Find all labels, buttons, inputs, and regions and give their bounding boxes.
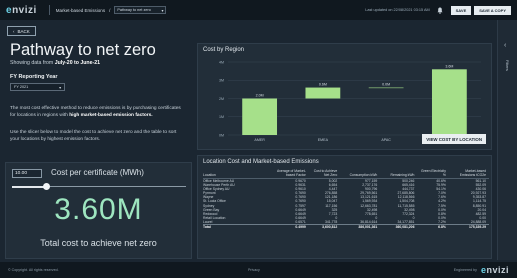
envizi-logo[interactable]: envizi bbox=[6, 5, 37, 16]
column-header[interactable]: Consumption kWh bbox=[340, 169, 381, 179]
cost-slicer-panel: 10.00 Cost per certificate (MWh) 3.60M T… bbox=[5, 162, 192, 259]
column-header[interactable]: Market-based Emissions tCO2e bbox=[448, 169, 489, 179]
total-cost-value: 3.60M bbox=[54, 193, 143, 226]
y-tick-label: 4M bbox=[219, 60, 224, 64]
x-tick-label: AMER bbox=[254, 138, 265, 142]
x-tick-label: EMEA bbox=[318, 138, 329, 142]
breadcrumb[interactable]: Market-based Emissions bbox=[56, 8, 105, 13]
table-cell: 175,339.29 bbox=[448, 224, 489, 230]
desc-bold: high market-based emission factors. bbox=[69, 112, 153, 118]
fy-select[interactable]: FY 2021 ▾ bbox=[10, 83, 65, 91]
table-body: Office Melbourne AU 0.9670 5,002 977,159 500… bbox=[203, 179, 489, 230]
table-cell: 0.4999 bbox=[271, 224, 309, 230]
chevron-down-icon: ▾ bbox=[161, 8, 164, 13]
data-label: 0.6M bbox=[319, 83, 327, 87]
page-subtitle: Showing data from July-20 to June-21 bbox=[10, 60, 100, 66]
page-select-value: Pathway to net zero bbox=[117, 8, 151, 12]
table-total-row[interactable]: Total 0.4999 3,600,812 386,001,361 360,081,2… bbox=[203, 224, 489, 230]
filters-label[interactable]: Filters bbox=[505, 60, 510, 71]
column-header[interactable]: Cost to Achieve Net Zero bbox=[308, 169, 341, 179]
cost-input[interactable]: 10.00 bbox=[12, 169, 42, 178]
page-title: Pathway to net zero bbox=[10, 41, 156, 59]
cost-by-region-panel: Cost by Region 4M 3M 2M 1M 0M 2.0M AMER 0.6M EME… bbox=[197, 43, 492, 150]
bar-amer[interactable] bbox=[242, 98, 278, 136]
last-updated-text: Last updated on 22/08/2021 03:15 AM bbox=[365, 8, 430, 12]
divider bbox=[48, 5, 50, 15]
y-tick-label: 2M bbox=[219, 97, 224, 101]
save-button[interactable]: SAVE bbox=[450, 5, 472, 15]
view-cost-by-location-button[interactable]: VIEW COST BY LOCATION bbox=[422, 134, 486, 144]
cost-slider[interactable] bbox=[12, 183, 186, 190]
column-header[interactable]: Remaining kWh bbox=[380, 169, 418, 179]
footer: © Copyright. All rights reserved. Privac… bbox=[0, 262, 517, 278]
column-header[interactable]: Location bbox=[203, 169, 272, 179]
cost-label: Cost per certificate (MWh) bbox=[51, 168, 144, 177]
description-text: The most cost effective method to reduce… bbox=[10, 106, 186, 119]
table-cell: Total bbox=[203, 224, 272, 230]
bar-emea[interactable] bbox=[305, 87, 341, 99]
total-cost-caption: Total cost to achieve net zero bbox=[40, 238, 157, 248]
x-tick-label: APAC bbox=[381, 138, 391, 142]
bar-apac[interactable] bbox=[368, 87, 404, 89]
breadcrumb-separator: / bbox=[109, 7, 111, 13]
logo-rest: nvizi bbox=[12, 4, 37, 16]
y-tick-label: 0M bbox=[219, 133, 224, 137]
subtitle-range: July-20 to June-21 bbox=[54, 60, 100, 66]
location-table-panel: Location Cost and Market-based Emissions… bbox=[197, 155, 492, 259]
bell-icon[interactable] bbox=[436, 6, 444, 14]
table-header-row: Location Average of Market-based Factor Co… bbox=[203, 169, 489, 179]
copyright-text: © Copyright. All rights reserved. bbox=[8, 268, 59, 272]
y-tick-label: 3M bbox=[219, 79, 224, 83]
column-header[interactable]: Green Electricity % bbox=[417, 169, 449, 179]
fy-label: FY Reporting Year bbox=[10, 74, 58, 80]
footer-envizi-logo: envizi bbox=[480, 265, 509, 275]
y-tick-label: 1M bbox=[219, 115, 224, 119]
chevron-left-icon: ‹ bbox=[13, 28, 15, 34]
table-title: Location Cost and Market-based Emissions bbox=[203, 159, 319, 165]
location-table: Location Average of Market-based Factor Co… bbox=[203, 169, 489, 230]
data-label: 0.0M bbox=[382, 83, 390, 87]
footer-logo-rest: nvizi bbox=[486, 265, 509, 275]
slider-thumb[interactable] bbox=[43, 183, 51, 190]
data-label: 2.0M bbox=[256, 94, 264, 98]
table-cell: 386,001,361 bbox=[340, 224, 381, 230]
chevron-left-icon[interactable]: ‹ bbox=[504, 42, 506, 49]
save-copy-button[interactable]: SAVE A COPY bbox=[474, 5, 511, 15]
slider-fill bbox=[12, 185, 47, 188]
back-button[interactable]: ‹ BACK bbox=[7, 26, 36, 36]
fy-select-value: FY 2021 bbox=[14, 85, 29, 89]
back-label: BACK bbox=[17, 28, 30, 34]
bar-total[interactable] bbox=[431, 69, 467, 135]
top-bar: envizi Market-based Emissions / Pathway … bbox=[0, 0, 517, 20]
table-cell: 3,600,812 bbox=[308, 224, 341, 230]
column-header[interactable]: Average of Market-based Factor bbox=[271, 169, 309, 179]
subtitle-prefix: Showing data from bbox=[10, 60, 55, 66]
table-cell: 6.8% bbox=[417, 224, 449, 230]
page-select[interactable]: Pathway to net zero ▾ bbox=[114, 6, 167, 14]
privacy-link[interactable]: Privacy bbox=[248, 268, 260, 272]
engineered-by-text: Engineered by bbox=[453, 268, 477, 272]
filters-pane[interactable]: ‹ Filters bbox=[497, 20, 517, 260]
table-cell: 360,081,206 bbox=[380, 224, 418, 230]
chevron-down-icon: ▾ bbox=[59, 85, 61, 90]
data-label: 3.6M bbox=[445, 64, 453, 68]
slicer-instructions: Use the slicer below to model the cost t… bbox=[10, 130, 177, 142]
